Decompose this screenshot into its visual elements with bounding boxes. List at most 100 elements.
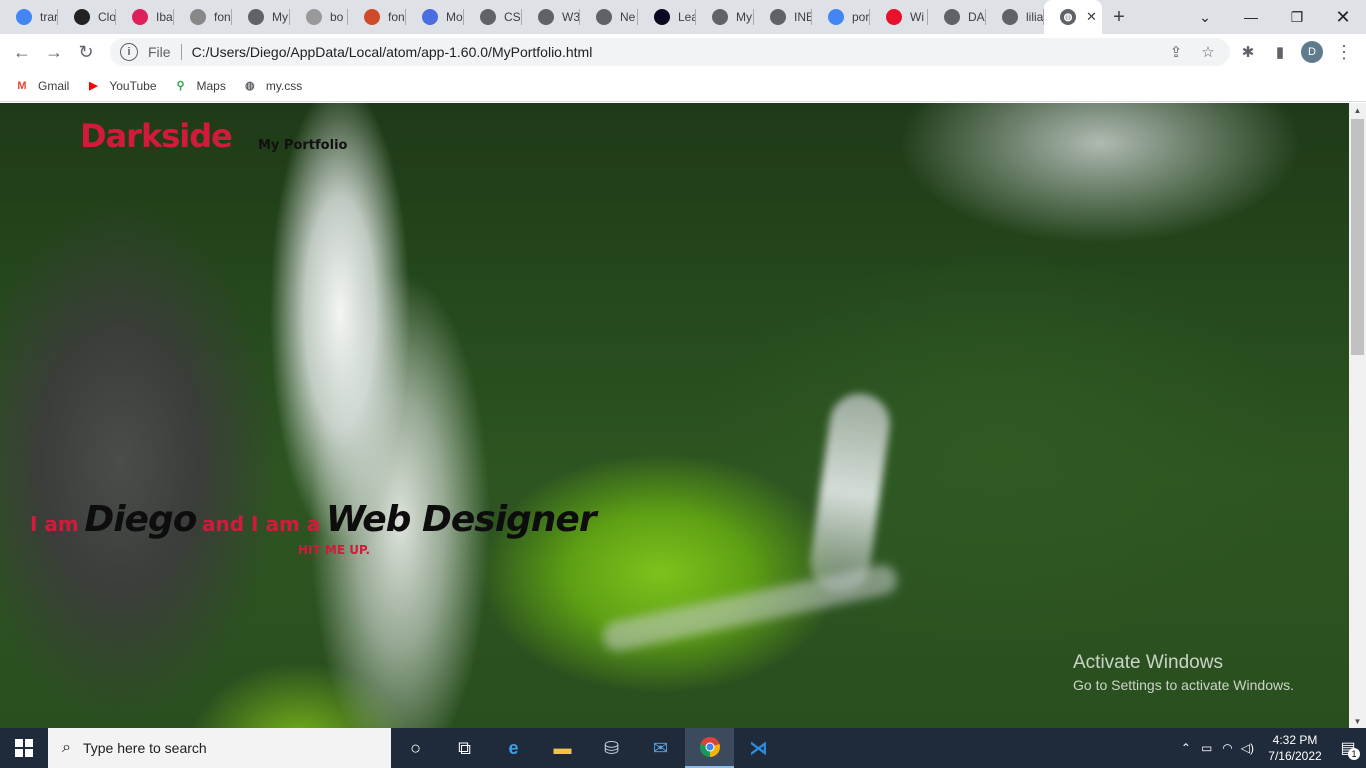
close-tab-icon[interactable]: ✕ — [1086, 9, 1097, 25]
portfolio-page: Darkside My Portfolio I am Diego and I a… — [0, 103, 1349, 728]
background-creek — [600, 562, 900, 654]
bookmark-star-icon[interactable]: ☆ — [1192, 34, 1224, 70]
tab-3[interactable]: Iba — [116, 0, 174, 34]
maximize-icon[interactable]: ❐ — [1274, 0, 1320, 34]
close-window-icon[interactable]: ✕ — [1320, 0, 1366, 34]
profile-button[interactable]: D — [1296, 34, 1328, 70]
tab-17[interactable]: DA — [928, 0, 986, 34]
new-tab-button[interactable]: + — [1102, 0, 1136, 34]
vertical-scrollbar[interactable]: ▲ ▼ — [1349, 103, 1366, 728]
scroll-down-icon[interactable]: ▼ — [1349, 714, 1366, 728]
task-view-icon[interactable]: ⧉ — [440, 728, 489, 768]
notification-count: 1 — [1348, 748, 1360, 760]
bookmark-maps[interactable]: ⚲ Maps — [173, 78, 225, 94]
font-icon — [190, 9, 206, 25]
bookmarks-bar: M Gmail ▶ YouTube ⚲ Maps ◍ my.css — [0, 70, 1366, 102]
tab-8[interactable]: Mo — [406, 0, 464, 34]
tab-15[interactable]: por — [812, 0, 870, 34]
tab-4[interactable]: fon — [174, 0, 232, 34]
windows-logo-icon — [15, 739, 33, 757]
tab-label: Mo — [446, 10, 463, 24]
watermark-subtitle: Go to Settings to activate Windows. — [1073, 677, 1294, 693]
tab-label: lilia — [1026, 10, 1044, 24]
tab-label: My — [272, 10, 288, 24]
tab-7[interactable]: fon — [348, 0, 406, 34]
google-icon — [16, 9, 32, 25]
back-icon[interactable]: ← — [6, 36, 38, 68]
hit-me-up-link[interactable]: HIT ME UP. — [298, 543, 370, 557]
clock-time: 4:32 PM — [1272, 733, 1318, 747]
tab-6[interactable]: bo — [290, 0, 348, 34]
tab-2[interactable]: Clo — [58, 0, 116, 34]
tab-search-icon[interactable]: ⌄ — [1182, 0, 1228, 34]
globe-icon — [944, 9, 960, 25]
reload-icon[interactable]: ↻ — [70, 36, 102, 68]
info-icon[interactable]: i — [120, 43, 138, 61]
start-button[interactable] — [0, 728, 48, 768]
globe-icon: ◍ — [245, 80, 255, 92]
globe-icon — [712, 9, 728, 25]
extensions-icon[interactable]: ✱ — [1232, 34, 1264, 70]
file-explorer-icon[interactable]: ▬ — [538, 728, 587, 768]
battery-icon[interactable]: ▭ — [1201, 741, 1212, 755]
url-text[interactable]: C:/Users/Diego/AppData/Local/atom/app-1.… — [192, 44, 593, 60]
activate-windows-watermark: Activate Windows Go to Settings to activ… — [1073, 652, 1294, 693]
codepen-icon — [74, 9, 90, 25]
site-tagline: My Portfolio — [258, 138, 348, 153]
store-icon[interactable]: ⛁ — [587, 728, 636, 768]
tab-12[interactable]: Lea — [638, 0, 696, 34]
minimize-icon[interactable]: — — [1228, 0, 1274, 34]
bookmark-label: Gmail — [38, 78, 70, 93]
clock-date: 7/16/2022 — [1268, 749, 1322, 763]
divider — [180, 44, 182, 60]
edge-icon[interactable]: e — [489, 728, 538, 768]
avatar: D — [1301, 41, 1323, 63]
volume-icon[interactable]: ◁) — [1241, 741, 1254, 755]
tab-label: trar — [40, 10, 58, 24]
hero-prefix: I am — [30, 512, 79, 536]
wix-icon — [886, 9, 902, 25]
forward-icon[interactable]: → — [38, 36, 70, 68]
protocol-label: File — [148, 44, 171, 60]
hero-heading: I am Diego and I am a Web Designer — [30, 499, 597, 540]
tab-10[interactable]: W3 — [522, 0, 580, 34]
scroll-up-icon[interactable]: ▲ — [1349, 103, 1366, 117]
tab-14[interactable]: INE — [754, 0, 812, 34]
tab-5[interactable]: My — [232, 0, 290, 34]
tab-1[interactable]: trar — [0, 0, 58, 34]
cortana-icon[interactable]: ○ — [391, 728, 440, 768]
tab-label: CSS — [504, 10, 522, 24]
menu-icon[interactable]: ⋮ — [1328, 34, 1360, 70]
globe-icon: ◍ — [1060, 9, 1076, 25]
side-panel-icon[interactable]: ▮ — [1264, 34, 1296, 70]
tab-active[interactable]: ◍ ✕ — [1044, 0, 1102, 34]
chromium-icon — [596, 9, 612, 25]
tab-16[interactable]: Wi — [870, 0, 928, 34]
wifi-icon[interactable]: ◠ — [1222, 741, 1232, 755]
taskbar-search[interactable]: ⌕ Type here to search — [48, 728, 391, 768]
globe-icon — [538, 9, 554, 25]
notifications-button[interactable]: ▤ 1 — [1330, 738, 1366, 760]
tab-18[interactable]: lilia — [986, 0, 1044, 34]
tab-9[interactable]: CSS — [464, 0, 522, 34]
clock[interactable]: 4:32 PM 7/16/2022 — [1260, 732, 1330, 764]
system-tray: ⌃ ▭ ◠ ◁) 4:32 PM 7/16/2022 ▤ 1 — [1181, 728, 1366, 768]
tab-label: INE — [794, 10, 812, 24]
globe-icon — [248, 9, 264, 25]
address-bar[interactable]: i File C:/Users/Diego/AppData/Local/atom… — [110, 38, 1230, 66]
tab-11[interactable]: Ne — [580, 0, 638, 34]
tab-label: por — [852, 10, 870, 24]
tab-13[interactable]: My — [696, 0, 754, 34]
bookmark-my-css[interactable]: ◍ my.css — [242, 78, 302, 94]
share-icon[interactable]: ⇪ — [1160, 34, 1192, 70]
bookmark-gmail[interactable]: M Gmail — [14, 78, 69, 94]
vscode-icon[interactable]: ⋊ — [734, 728, 783, 768]
scroll-thumb[interactable] — [1351, 119, 1364, 355]
bookmark-youtube[interactable]: ▶ YouTube — [85, 78, 156, 94]
site-logo[interactable]: Darkside — [80, 117, 233, 155]
hero-role: Web Designer — [325, 499, 597, 540]
chrome-icon[interactable] — [685, 728, 734, 768]
hero-name: Diego — [84, 499, 197, 540]
mail-icon[interactable]: ✉ — [636, 728, 685, 768]
show-hidden-icons-icon[interactable]: ⌃ — [1181, 741, 1191, 755]
